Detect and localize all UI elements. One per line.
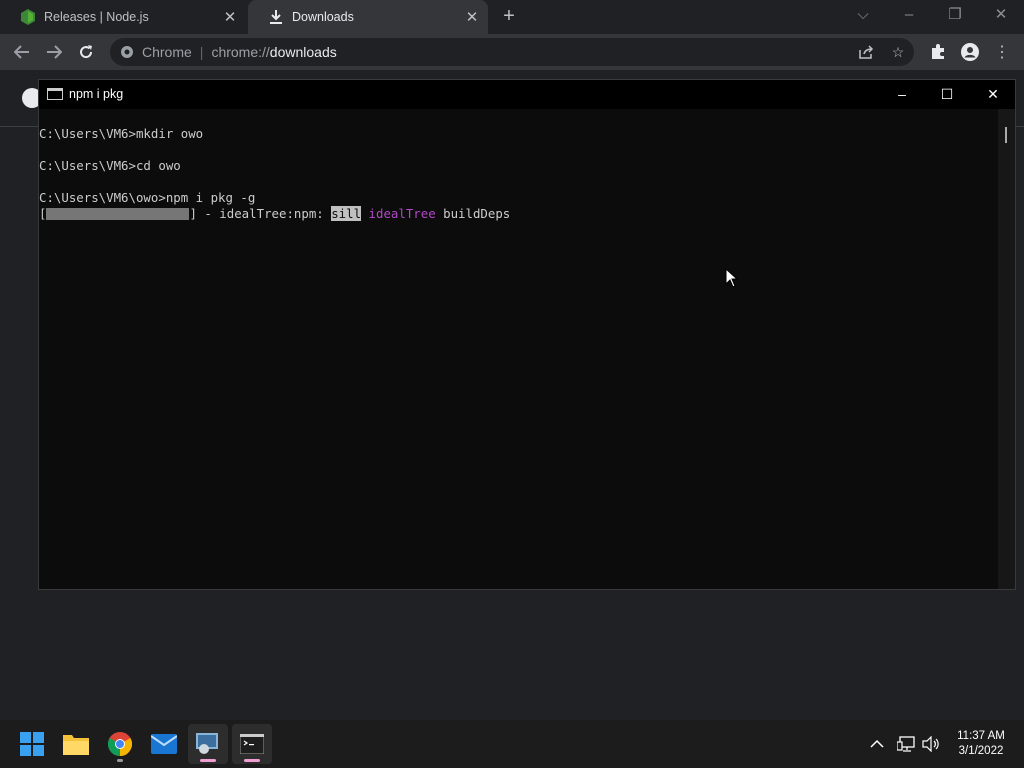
start-button[interactable] <box>12 724 52 764</box>
console-line: C:\Users\VM6>mkdir owo <box>39 126 204 141</box>
cmd-title-bar[interactable]: npm i pkg – ☐ ✕ <box>39 80 1015 109</box>
volume-button[interactable] <box>922 720 940 768</box>
terminal-icon <box>240 734 264 754</box>
url-path: downloads <box>269 44 337 60</box>
cmd-window[interactable]: npm i pkg – ☐ ✕ C:\Users\VM6>mkdir owo C… <box>38 79 1016 590</box>
chrome-taskbar-button[interactable] <box>100 724 140 764</box>
console-output[interactable]: C:\Users\VM6>mkdir owo C:\Users\VM6>cd o… <box>39 126 999 586</box>
close-tab-icon[interactable]: ✕ <box>462 8 482 26</box>
separator: | <box>199 44 204 60</box>
folder-icon <box>63 735 89 755</box>
nodejs-shield-icon <box>20 9 36 25</box>
progress-open-bracket: [ <box>39 206 47 221</box>
control-panel-button[interactable] <box>188 724 228 764</box>
tab-releases-nodejs[interactable]: Releases | Node.js ✕ <box>0 0 246 34</box>
back-button[interactable] <box>10 40 34 64</box>
site-label: Chrome <box>142 44 192 60</box>
clock-date: 3/1/2022 <box>958 745 1004 757</box>
vertical-scrollbar[interactable] <box>998 109 1015 589</box>
progress-bar <box>46 208 190 220</box>
scrollbar-thumb[interactable] <box>1005 127 1007 143</box>
cmd-app-icon <box>47 88 63 100</box>
windows-taskbar: 11:37 AM 3/1/2022 <box>0 720 1024 768</box>
control-panel-icon <box>196 733 218 754</box>
share-icon[interactable] <box>856 42 876 62</box>
running-indicator <box>117 759 123 762</box>
address-bar[interactable]: Chrome | chrome://downloads ☆ <box>110 38 914 66</box>
bookmark-star-icon[interactable]: ☆ <box>888 42 908 62</box>
tab-title: Releases | Node.js <box>44 10 149 24</box>
profile-avatar-icon[interactable] <box>958 40 982 64</box>
cmd-maximize-button[interactable]: ☐ <box>924 80 970 109</box>
new-tab-button[interactable]: + <box>498 6 520 28</box>
running-indicator <box>200 759 216 762</box>
chevron-up-icon <box>870 739 884 748</box>
forward-button[interactable] <box>42 40 66 64</box>
browser-tab-strip: Releases | Node.js ✕ Downloads ✕ + ⌵ – ❐… <box>0 0 1024 34</box>
file-explorer-button[interactable] <box>56 724 96 764</box>
restore-button[interactable]: ❐ <box>932 0 978 30</box>
menu-kebab-icon[interactable]: ⋮ <box>990 40 1014 64</box>
taskbar-clock[interactable]: 11:37 AM 3/1/2022 <box>946 729 1016 759</box>
tab-search-icon[interactable]: ⌵ <box>840 0 886 30</box>
show-hidden-icons-button[interactable] <box>870 720 884 768</box>
chrome-site-icon <box>120 45 134 59</box>
close-window-button[interactable]: ✕ <box>978 0 1024 30</box>
tab-title: Downloads <box>292 10 354 24</box>
speaker-icon <box>922 736 939 752</box>
cmd-window-title: npm i pkg <box>69 87 124 101</box>
log-level-badge: sill <box>331 206 362 221</box>
chrome-icon <box>108 732 132 756</box>
reload-button[interactable] <box>74 40 98 64</box>
url-scheme: chrome:// <box>211 44 270 60</box>
progress-label: ] - idealTree:npm: <box>189 206 332 221</box>
network-icon <box>897 736 915 752</box>
clock-time: 11:37 AM <box>957 730 1005 742</box>
mail-button[interactable] <box>144 724 184 764</box>
extensions-puzzle-icon[interactable] <box>926 40 950 64</box>
browser-toolbar: Chrome | chrome://downloads ☆ ⋮ <box>0 34 1024 70</box>
log-message: buildDeps <box>435 206 511 221</box>
minimize-button[interactable]: – <box>886 0 932 30</box>
cmd-close-button[interactable]: ✕ <box>970 80 1016 109</box>
mouse-pointer-icon <box>725 268 739 288</box>
windows-logo-icon <box>20 732 44 756</box>
mail-icon <box>151 734 177 754</box>
npm-progress-line: [ ] - idealTree:npm: sill idealTree build… <box>39 206 510 222</box>
download-icon <box>268 9 284 25</box>
log-stage: idealTree <box>368 206 436 221</box>
running-indicator <box>244 759 260 762</box>
close-tab-icon[interactable]: ✕ <box>220 8 240 26</box>
command-prompt-button[interactable] <box>232 724 272 764</box>
console-line: C:\Users\VM6\owo>npm i pkg -g <box>39 190 256 205</box>
console-line: C:\Users\VM6>cd owo <box>39 158 181 173</box>
tab-downloads[interactable]: Downloads ✕ <box>248 0 488 34</box>
network-button[interactable] <box>897 720 915 768</box>
cmd-minimize-button[interactable]: – <box>879 80 925 109</box>
